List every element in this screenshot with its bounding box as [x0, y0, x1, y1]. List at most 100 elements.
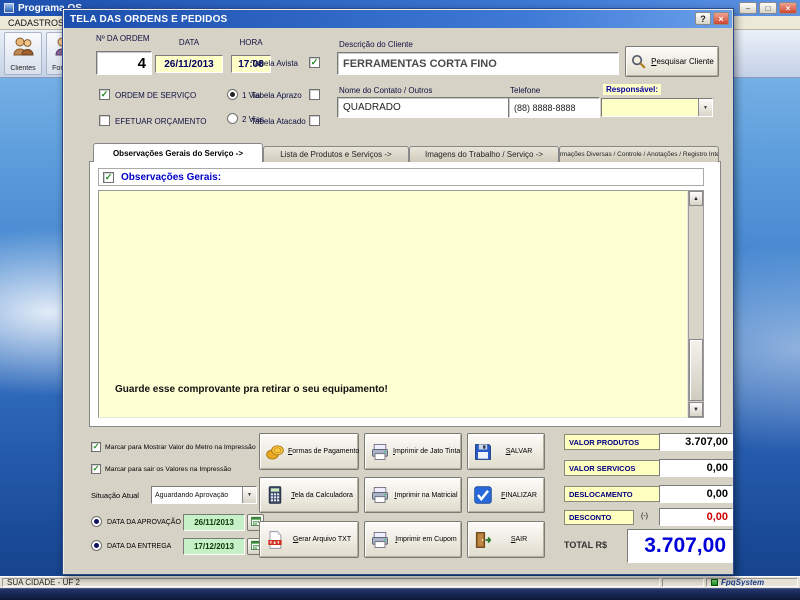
mostrar-metro-label: Marcar para Mostrar Valor do Metro na Im… [105, 444, 256, 451]
situacao-label: Situação Atual [91, 491, 139, 500]
window-controls: – □ × [739, 2, 797, 14]
ordem-servico-label: ORDEM DE SERVIÇO [115, 91, 196, 100]
date-field[interactable]: 26/11/2013 [155, 55, 223, 73]
status-city-panel: SUA CIDADE - UF 2 [2, 578, 660, 587]
dialog-titlebar[interactable]: TELA DAS ORDENS E PEDIDOS ? × [64, 10, 732, 28]
imprimir-cupom-label: Imprimir em Cupom [393, 536, 459, 543]
maximize-button[interactable]: □ [759, 2, 777, 14]
exit-door-icon [473, 530, 493, 550]
tab-observacoes-gerais[interactable]: Observações Gerais do Serviço -> [93, 143, 263, 162]
observacoes-panel: ✓ Observações Gerais: Guarde esse compro… [89, 161, 721, 427]
clients-icon [11, 35, 35, 64]
imprimir-cupom-button[interactable]: Imprimir em Cupom [364, 521, 462, 558]
sair-valores-checkbox[interactable]: ✓ [91, 464, 101, 474]
search-icon [630, 53, 647, 70]
dropdown-arrow-icon[interactable]: ▼ [242, 487, 256, 503]
efetuar-orcamento-checkbox[interactable] [99, 115, 110, 126]
valor-produtos-value: 3.707,00 [659, 433, 733, 451]
imprimir-matricial-button[interactable]: Imprimir na Matricial [364, 477, 462, 513]
textarea-scrollbar[interactable]: ▲ ▼ [688, 190, 704, 418]
sair-valores-label: Marcar para sair os Valores na Impressão [105, 466, 231, 473]
txt-file-icon [265, 530, 285, 550]
dialog-title: TELA DAS ORDENS E PEDIDOS [70, 14, 227, 25]
dialog-close-button[interactable]: × [713, 12, 729, 25]
scroll-thumb[interactable] [689, 339, 703, 401]
phone-input[interactable]: (88) 8888-8888 [508, 97, 600, 118]
calculadora-button[interactable]: Tela da Calculadora [259, 477, 359, 513]
date-label: DATA [155, 38, 223, 47]
status-brand-panel: FpqSystem [706, 578, 798, 587]
via-2-label: 2 Vias [242, 115, 264, 124]
mostrar-metro-checkbox[interactable]: ✓ [91, 442, 101, 452]
calculadora-label: Tela da Calculadora [288, 492, 356, 499]
via-1-radio[interactable] [227, 89, 238, 100]
formas-pagamento-button[interactable]: Formas de Pagamento [259, 433, 359, 470]
finalizar-label: FINALIZAR [496, 492, 542, 499]
printer-icon [370, 530, 390, 550]
tab-imagens-trabalho[interactable]: Imagens do Trabalho / Serviço -> [409, 146, 559, 162]
formas-pagamento-label: Formas de Pagamento [288, 448, 359, 455]
app-close-button[interactable]: × [779, 2, 797, 14]
printer-icon [370, 442, 390, 462]
note-text: Guarde esse comprovante pra retirar o se… [115, 384, 388, 395]
check-mark: ✓ [101, 90, 109, 99]
data-aprovacao-field[interactable]: 26/11/2013 [183, 514, 245, 531]
ordem-servico-checkbox[interactable]: ✓ [99, 89, 110, 100]
finalizar-button[interactable]: FINALIZAR [467, 477, 545, 513]
client-description-label: Descrição do Cliente [339, 40, 413, 49]
coins-icon [265, 442, 285, 462]
time-label: HORA [231, 38, 271, 47]
contact-label: Nome do Contato / Outros [339, 86, 432, 95]
dropdown-arrow-icon[interactable]: ▼ [698, 99, 712, 116]
imprimir-jato-button[interactable]: Imprimir de Jato Tinta [364, 433, 462, 470]
status-brand-text: FpqSystem [721, 578, 764, 587]
data-entrega-field[interactable]: 17/12/2013 [183, 538, 245, 555]
valor-servicos-label: VALOR SERVICOS [564, 460, 660, 476]
order-number-input[interactable]: 4 [96, 51, 152, 75]
status-city-text: SUA CIDADE - UF 2 [7, 578, 80, 587]
data-aprovacao-label: DATA DA APROVAÇÃO [107, 519, 181, 526]
status-mid-panel [662, 578, 704, 587]
check-mark: ✓ [93, 443, 100, 451]
data-aprovacao-radio[interactable] [91, 516, 102, 527]
sair-label: SAIR [496, 536, 542, 543]
via-1-label: 1 Via [242, 91, 260, 100]
phone-label: Telefone [510, 86, 540, 95]
tab-informacoes-diversas[interactable]: Informações Diversas / Controle / Anotaç… [559, 146, 719, 162]
contact-input[interactable]: QUADRADO [337, 97, 509, 118]
check-mark: ✓ [93, 465, 100, 473]
help-button[interactable]: ? [695, 12, 711, 25]
menu-cadastros[interactable]: CADASTROS [8, 18, 64, 28]
gerar-txt-button[interactable]: Gerar Arquivo TXT [259, 521, 359, 558]
via-2-radio[interactable] [227, 113, 238, 124]
search-client-button[interactable]: Pesquisar Cliente [625, 46, 719, 77]
salvar-button[interactable]: SALVAR [467, 433, 545, 470]
observacoes-checkbox[interactable]: ✓ [103, 172, 114, 183]
tabela-atacado-checkbox[interactable] [309, 115, 320, 126]
deslocamento-label: DESLOCAMENTO [564, 486, 660, 502]
minimize-button[interactable]: – [739, 2, 757, 14]
tab-lista-produtos[interactable]: Lista de Produtos e Serviços -> [263, 146, 409, 162]
sair-button[interactable]: SAIR [467, 521, 545, 558]
situacao-value: Aguardando Aprovação [152, 492, 242, 499]
toolbar-clientes-button[interactable]: Clientes [4, 32, 42, 75]
tab-label: Observações Gerais do Serviço -> [113, 149, 243, 158]
situacao-select[interactable]: Aguardando Aprovação ▼ [151, 486, 257, 504]
app-icon [4, 3, 14, 13]
client-description-input[interactable]: FERRAMENTAS CORTA FINO [337, 52, 619, 75]
tab-label: Imagens do Trabalho / Serviço -> [425, 150, 543, 159]
printer-icon [370, 485, 390, 505]
scroll-down-button[interactable]: ▼ [689, 402, 703, 417]
tabela-aprazo-checkbox[interactable] [309, 89, 320, 100]
desconto-value: 0,00 [659, 508, 733, 526]
observacoes-textarea[interactable]: Guarde esse comprovante pra retirar o se… [98, 190, 688, 418]
data-entrega-radio[interactable] [91, 540, 102, 551]
tabela-avista-checkbox[interactable]: ✓ [309, 57, 320, 68]
scroll-up-button[interactable]: ▲ [689, 191, 703, 206]
calculator-icon [265, 485, 285, 505]
responsavel-select[interactable]: ▼ [601, 98, 713, 117]
dialog-controls: ? × [695, 12, 729, 25]
taskbar[interactable] [0, 588, 800, 600]
valor-produtos-label: VALOR PRODUTOS [564, 434, 660, 450]
salvar-label: SALVAR [496, 448, 542, 455]
